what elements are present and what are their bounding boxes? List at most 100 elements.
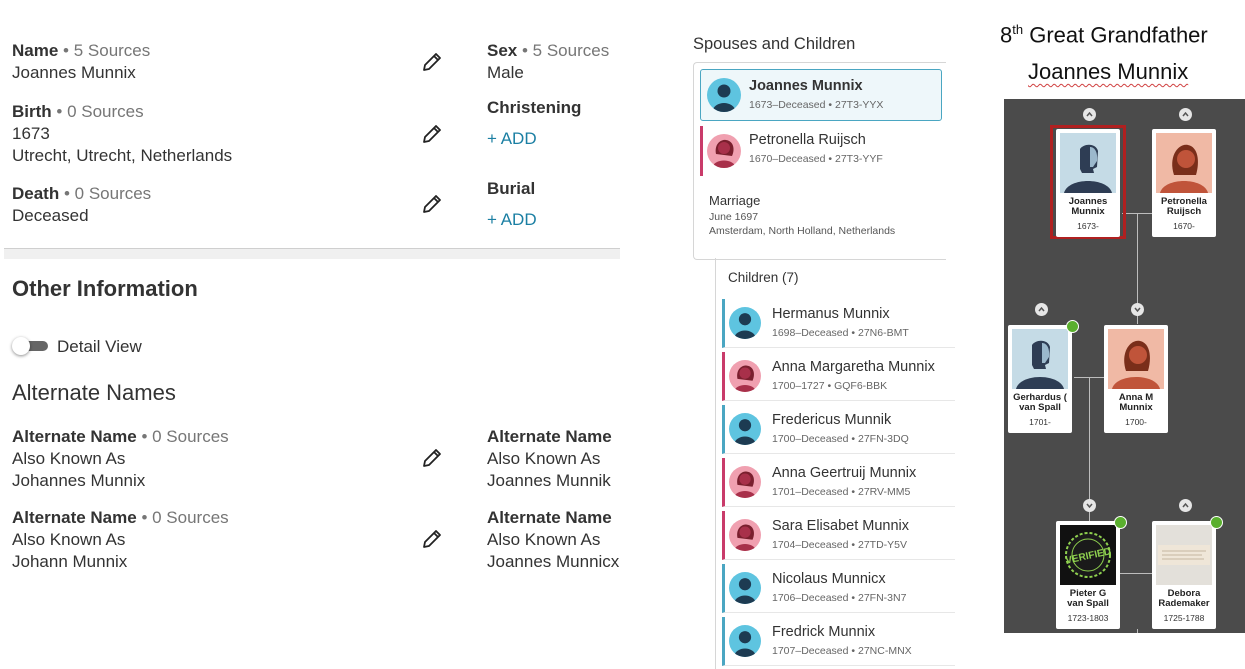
child-name[interactable]: Hermanus Munnix <box>772 306 890 322</box>
caption-person-name: Joannes Munnix <box>1028 59 1189 84</box>
name-field: Name • 5 Sources <box>12 40 150 62</box>
child-meta: 1698–Deceased • 27N6-BMT <box>772 327 909 339</box>
alt-name-label: Alternate Name <box>487 508 612 527</box>
death-value: Deceased <box>12 206 89 225</box>
edit-name-pencil-icon[interactable] <box>420 50 444 74</box>
expand-down-chevron-icon[interactable] <box>1083 499 1096 512</box>
alt-name-type: Also Known As <box>12 449 126 468</box>
burial-label: Burial <box>487 179 536 198</box>
child-name[interactable]: Fredericus Munnik <box>772 412 891 428</box>
male-avatar-icon <box>729 307 761 339</box>
couple-connector <box>1074 377 1108 378</box>
card-name: Anna M Munnix <box>1118 392 1154 413</box>
husband-name[interactable]: Joannes Munnix <box>749 78 863 94</box>
child-meta: 1707–Deceased • 27NC-MNX <box>772 645 912 657</box>
marriage-date: June 1697 <box>709 211 759 223</box>
expand-up-chevron-icon[interactable] <box>1179 108 1192 121</box>
child-row[interactable]: Fredrick Munnix 1707–Deceased • 27NC-MNX <box>722 617 955 666</box>
alt-name-value: Joannes Munnicx <box>487 552 620 571</box>
child-name[interactable]: Sara Elisabet Munnix <box>772 518 909 534</box>
marriage-label: Marriage <box>709 193 761 208</box>
child-name[interactable]: Fredrick Munnix <box>772 624 875 640</box>
christening-add-button[interactable]: + ADD <box>487 129 537 149</box>
caption-ordinal-suffix: th <box>1012 22 1024 37</box>
expand-down-chevron-icon[interactable] <box>1131 303 1144 316</box>
alt-name-sources[interactable]: • 0 Sources <box>141 427 228 446</box>
alt-name-value: Johann Munnix <box>12 552 128 571</box>
child-meta: 1700–Deceased • 27FN-3DQ <box>772 433 909 445</box>
alt-name-sources[interactable]: • 0 Sources <box>141 508 228 527</box>
child-name[interactable]: Anna Margaretha Munnix <box>772 359 935 375</box>
document-photo <box>1156 525 1212 585</box>
husband-meta: 1673–Deceased • 27T3-YYX <box>749 99 884 111</box>
expand-up-chevron-icon[interactable] <box>1035 303 1048 316</box>
children-label: Children (7) <box>728 270 799 285</box>
child-row[interactable]: Anna Geertruij Munnix 1701–Deceased • 27R… <box>722 458 955 507</box>
child-row[interactable]: Nicolaus Munnicx 1706–Deceased • 27FN-3N7 <box>722 564 955 613</box>
child-row[interactable]: Fredericus Munnik 1700–Deceased • 27FN-3D… <box>722 405 955 454</box>
verified-stamp-photo: VERIFIED <box>1060 525 1116 585</box>
alt-name-1-header: Alternate Name • 0 Sources <box>12 426 229 448</box>
death-label: Death <box>12 184 60 203</box>
child-row[interactable]: Sara Elisabet Munnix 1704–Deceased • 27TD… <box>722 511 955 560</box>
edit-death-pencil-icon[interactable] <box>420 192 444 216</box>
burial-add-button[interactable]: + ADD <box>487 210 537 230</box>
child-meta: 1706–Deceased • 27FN-3N7 <box>772 592 907 604</box>
edit-alt-name-1-pencil-icon[interactable] <box>420 446 444 470</box>
child-name[interactable]: Anna Geertruij Munnix <box>772 465 916 481</box>
detail-view-toggle[interactable] <box>12 337 50 355</box>
male-avatar-icon <box>729 572 761 604</box>
expand-up-chevron-icon[interactable] <box>1083 108 1096 121</box>
male-avatar-icon <box>729 413 761 445</box>
card-name: Debora Rademaker <box>1158 588 1210 609</box>
card-name: Pieter Gvan Spall <box>1067 588 1109 609</box>
card-dates: 1725-1788 <box>1163 613 1205 623</box>
child-name[interactable]: Nicolaus Munnicx <box>772 571 886 587</box>
alt-name-value: Johannes Munnix <box>12 471 146 490</box>
tree-card-debora[interactable]: Debora Rademaker 1725-1788 <box>1152 521 1216 629</box>
husband-row[interactable]: Joannes Munnix 1673–Deceased • 27T3-YYX <box>700 69 942 121</box>
female-avatar-icon <box>729 519 761 551</box>
edit-birth-pencil-icon[interactable] <box>420 122 444 146</box>
children-rail <box>715 258 716 669</box>
child-row[interactable]: Hermanus Munnix 1698–Deceased • 27N6-BMT <box>722 299 955 348</box>
female-avatar-icon <box>707 134 741 168</box>
male-silhouette-icon <box>1060 133 1116 193</box>
tree-card-joannes[interactable]: Joannes Munnix 1673- <box>1056 129 1120 237</box>
male-avatar-icon <box>707 78 741 112</box>
wife-name[interactable]: Petronella Ruijsch <box>749 132 866 148</box>
alt-name-type: Also Known As <box>487 449 601 468</box>
tree-card-petronella[interactable]: Petronella Ruijsch 1670- <box>1152 129 1216 237</box>
alt-name-value: Joannes Munnik <box>487 471 611 490</box>
spouses-heading: Spouses and Children <box>693 35 856 53</box>
alt-name-label: Alternate Name <box>487 427 612 446</box>
section-divider <box>4 248 620 259</box>
card-dates: 1723-1803 <box>1067 613 1109 623</box>
child-row[interactable]: Anna Margaretha Munnix 1700–1727 • GQF6-B… <box>722 352 955 401</box>
female-avatar-icon <box>729 466 761 498</box>
birth-sources[interactable]: • 0 Sources <box>56 102 143 121</box>
record-hint-icon[interactable] <box>1210 516 1223 529</box>
edit-alt-name-3-pencil-icon[interactable] <box>420 527 444 551</box>
death-sources[interactable]: • 0 Sources <box>64 184 151 203</box>
expand-up-chevron-icon[interactable] <box>1179 499 1192 512</box>
marriage-place: Amsterdam, North Holland, Netherlands <box>709 225 896 237</box>
record-hint-icon[interactable] <box>1066 320 1079 333</box>
tree-card-gerhardus[interactable]: Gerhardus (van Spall 1701- <box>1008 325 1072 433</box>
other-info-heading: Other Information <box>12 276 198 301</box>
sex-label: Sex <box>487 41 518 60</box>
card-dates: 1700- <box>1125 417 1147 427</box>
death-field: Death • 0 Sources <box>12 183 151 205</box>
wife-meta: 1670–Deceased • 27T3-YYF <box>749 153 883 165</box>
name-sources[interactable]: • 5 Sources <box>63 41 150 60</box>
tree-card-anna[interactable]: Anna M Munnix 1700- <box>1104 325 1168 433</box>
alt-name-type: Also Known As <box>487 530 601 549</box>
card-dates: 1701- <box>1029 417 1051 427</box>
sex-field: Sex • 5 Sources <box>487 40 609 62</box>
wife-row[interactable]: Petronella Ruijsch 1670–Deceased • 27T3-… <box>700 126 943 176</box>
tree-card-pieter[interactable]: VERIFIED Pieter Gvan Spall 1723-1803 <box>1056 521 1120 629</box>
card-name: Gerhardus (van Spall <box>1013 392 1067 413</box>
name-label: Name <box>12 41 59 60</box>
sex-sources[interactable]: • 5 Sources <box>522 41 609 60</box>
record-hint-icon[interactable] <box>1114 516 1127 529</box>
